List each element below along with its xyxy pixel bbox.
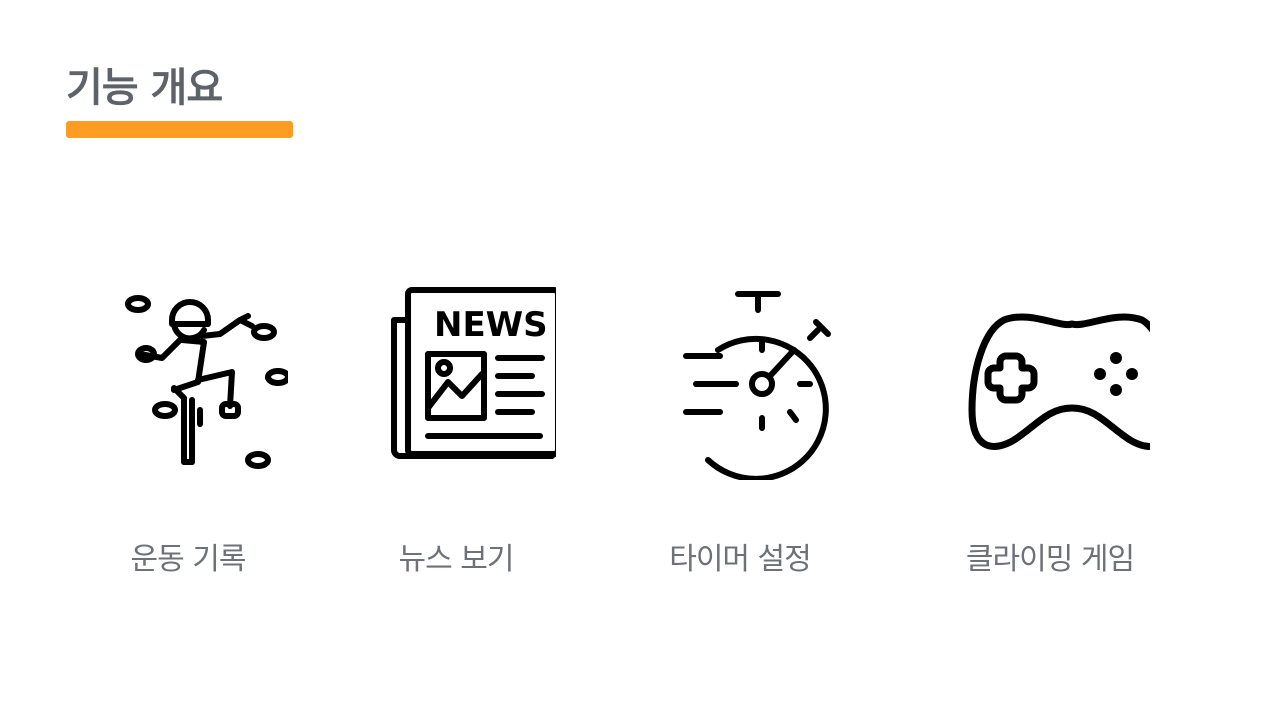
feature-timer-settings[interactable]: 타이머 설정 [620, 280, 860, 600]
feature-overview-slide: 기능 개요 운동 기록 NEWS 뉴스 보기 타이머 설정 클라이밍 게임 [0, 0, 1280, 720]
feature-label: 타이머 설정 [669, 542, 812, 577]
feature-workout-log[interactable]: 운동 기록 [68, 280, 308, 600]
climber-icon [125, 295, 288, 469]
feature-label: 클라이밍 게임 [965, 542, 1135, 577]
news-icon-text: NEWS [434, 305, 548, 345]
page-title: 기능 개요 [66, 65, 223, 111]
stopwatch-icon [683, 291, 831, 480]
feature-climbing-game[interactable]: 클라이밍 게임 [930, 280, 1170, 600]
title-underline [66, 121, 293, 138]
feature-label: 뉴스 보기 [398, 542, 515, 577]
feature-news[interactable]: NEWS 뉴스 보기 [336, 280, 576, 600]
gamepad-icon [968, 313, 1150, 450]
feature-label: 운동 기록 [130, 542, 247, 577]
newspaper-icon: NEWS [391, 287, 556, 459]
